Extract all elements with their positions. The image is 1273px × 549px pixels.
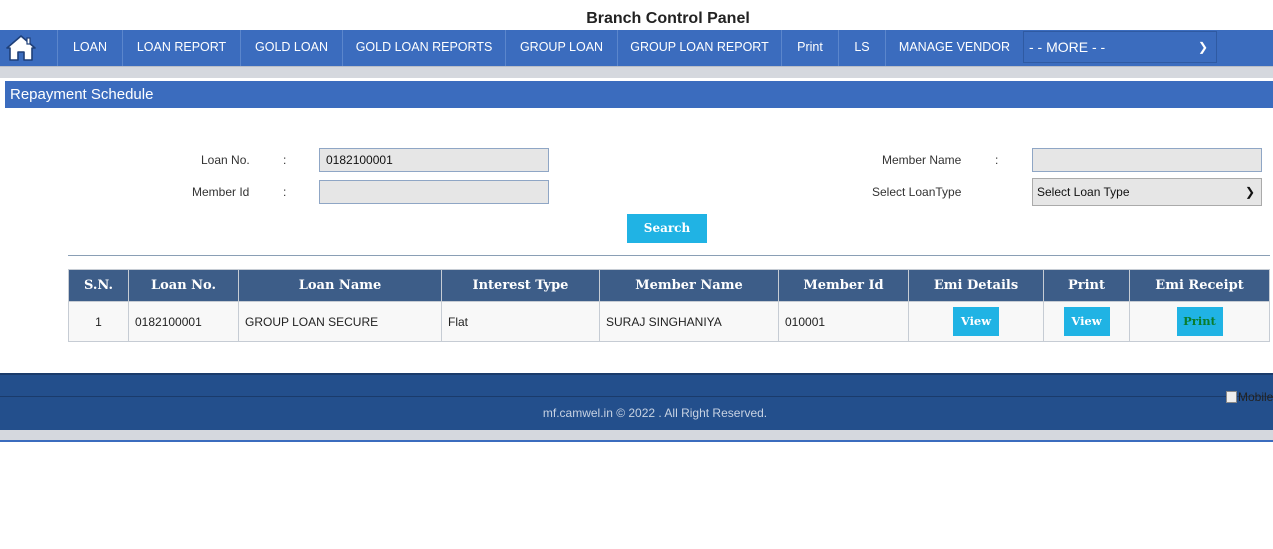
more-dropdown[interactable]: - - MORE - - ❯: [1023, 31, 1217, 63]
main-navbar: LOAN LOAN REPORT GOLD LOAN GOLD LOAN REP…: [0, 30, 1273, 66]
loan-type-select[interactable]: Select Loan Type ❯: [1032, 178, 1262, 206]
header-member-name: Member Name: [599, 269, 779, 302]
loan-no-input[interactable]: 0182100001: [319, 148, 549, 172]
broken-image-icon: [1226, 391, 1237, 403]
mobile-app-link[interactable]: Mobile: [1226, 390, 1273, 404]
print-view-button[interactable]: View: [1063, 307, 1110, 336]
nav-divider-strip: [0, 66, 1273, 78]
nav-group-loan[interactable]: GROUP LOAN: [505, 30, 617, 66]
header-emi-details: Emi Details: [908, 269, 1044, 302]
chevron-down-icon: ❯: [1197, 40, 1208, 54]
cell-member-id: 010001: [778, 301, 909, 342]
table-row: 1 0182100001 GROUP LOAN SECURE Flat SURA…: [68, 301, 1270, 342]
cell-interest-type: Flat: [441, 301, 600, 342]
nav-print[interactable]: Print: [781, 30, 838, 66]
chevron-down-icon: ❯: [1244, 185, 1255, 199]
cell-emi-receipt: Print: [1129, 301, 1270, 342]
header-loan-name: Loan Name: [238, 269, 442, 302]
nav-gold-loan-reports[interactable]: GOLD LOAN REPORTS: [342, 30, 505, 66]
home-button[interactable]: [0, 30, 42, 66]
footer-copyright: mf.camwel.in © 2022 . All Right Reserved…: [542, 406, 768, 420]
member-id-label: Member Id: [192, 185, 250, 199]
header-print: Print: [1043, 269, 1130, 302]
header-interest-type: Interest Type: [441, 269, 600, 302]
nav-manage-vendor[interactable]: MANAGE VENDOR: [885, 30, 1023, 66]
cell-loan-no: 0182100001: [128, 301, 239, 342]
cell-member-name: SURAJ SINGHANIYA: [599, 301, 779, 342]
table-header-row: S.N. Loan No. Loan Name Interest Type Me…: [68, 269, 1270, 302]
header-sn: S.N.: [68, 269, 129, 302]
footer: mf.camwel.in © 2022 . All Right Reserved…: [0, 373, 1273, 430]
mobile-image-alt: Mobile: [1238, 390, 1273, 404]
home-icon: [6, 35, 36, 61]
header-member-id: Member Id: [778, 269, 909, 302]
member-name-input[interactable]: [1032, 148, 1262, 172]
nav-loan[interactable]: LOAN: [57, 30, 122, 66]
colon-separator: :: [995, 153, 999, 167]
cell-emi-details: View: [908, 301, 1044, 342]
member-id-input[interactable]: [319, 180, 549, 204]
loan-type-selected: Select Loan Type: [1037, 185, 1130, 199]
cell-print: View: [1043, 301, 1130, 342]
colon-separator: :: [283, 153, 287, 167]
nav-ls[interactable]: LS: [838, 30, 885, 66]
member-name-label: Member Name: [882, 153, 962, 167]
emi-receipt-print-button[interactable]: Print: [1176, 307, 1223, 336]
nav-gold-loan[interactable]: GOLD LOAN: [240, 30, 342, 66]
footer-divider: [0, 396, 1273, 397]
more-dropdown-label: - - MORE - -: [1029, 39, 1106, 55]
repayment-table: S.N. Loan No. Loan Name Interest Type Me…: [68, 269, 1270, 342]
search-button[interactable]: Search: [627, 214, 707, 243]
nav-loan-report[interactable]: LOAN REPORT: [122, 30, 240, 66]
page-title: Branch Control Panel: [586, 10, 750, 27]
header-loan-no: Loan No.: [128, 269, 239, 302]
divider: [68, 255, 1270, 256]
loan-no-label: Loan No.: [201, 153, 250, 167]
nav-group-loan-report[interactable]: GROUP LOAN REPORT: [617, 30, 781, 66]
header-emi-receipt: Emi Receipt: [1129, 269, 1270, 302]
cell-sn: 1: [68, 301, 129, 342]
emi-details-view-button[interactable]: View: [953, 307, 999, 336]
loan-type-label: Select LoanType: [872, 185, 962, 199]
footer-strip: [0, 430, 1273, 442]
cell-loan-name: GROUP LOAN SECURE: [238, 301, 442, 342]
colon-separator: :: [283, 185, 287, 199]
section-title: Repayment Schedule: [5, 81, 1273, 108]
